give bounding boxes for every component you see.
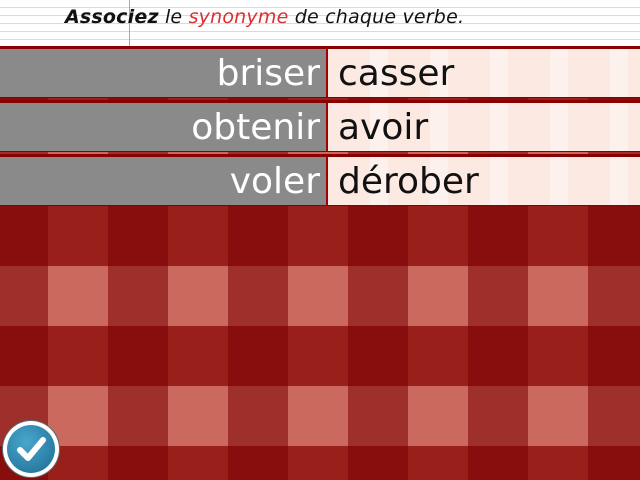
verb-cell: obtenir	[0, 103, 328, 151]
instruction-highlight: synonyme	[188, 6, 289, 28]
instruction-text: Associez le synonyme de chaque verbe.	[65, 6, 464, 28]
check-icon	[7, 425, 55, 473]
synonym-cell[interactable]: dérober	[328, 157, 640, 205]
verb-cell: voler	[0, 157, 328, 205]
synonym-cell[interactable]: avoir	[328, 103, 640, 151]
instruction-bold: Associez	[65, 6, 159, 28]
matching-list: briser casser obtenir avoir voler dérobe…	[0, 46, 640, 208]
match-row: briser casser	[0, 46, 640, 98]
instruction-part2: de chaque verbe.	[288, 6, 465, 28]
validate-button[interactable]	[3, 421, 59, 477]
match-row: obtenir avoir	[0, 100, 640, 152]
match-row: voler dérober	[0, 154, 640, 206]
instruction-part1: le	[158, 6, 189, 28]
synonym-cell[interactable]: casser	[328, 49, 640, 97]
instruction-header: Associez le synonyme de chaque verbe.	[0, 0, 640, 46]
verb-cell: briser	[0, 49, 328, 97]
